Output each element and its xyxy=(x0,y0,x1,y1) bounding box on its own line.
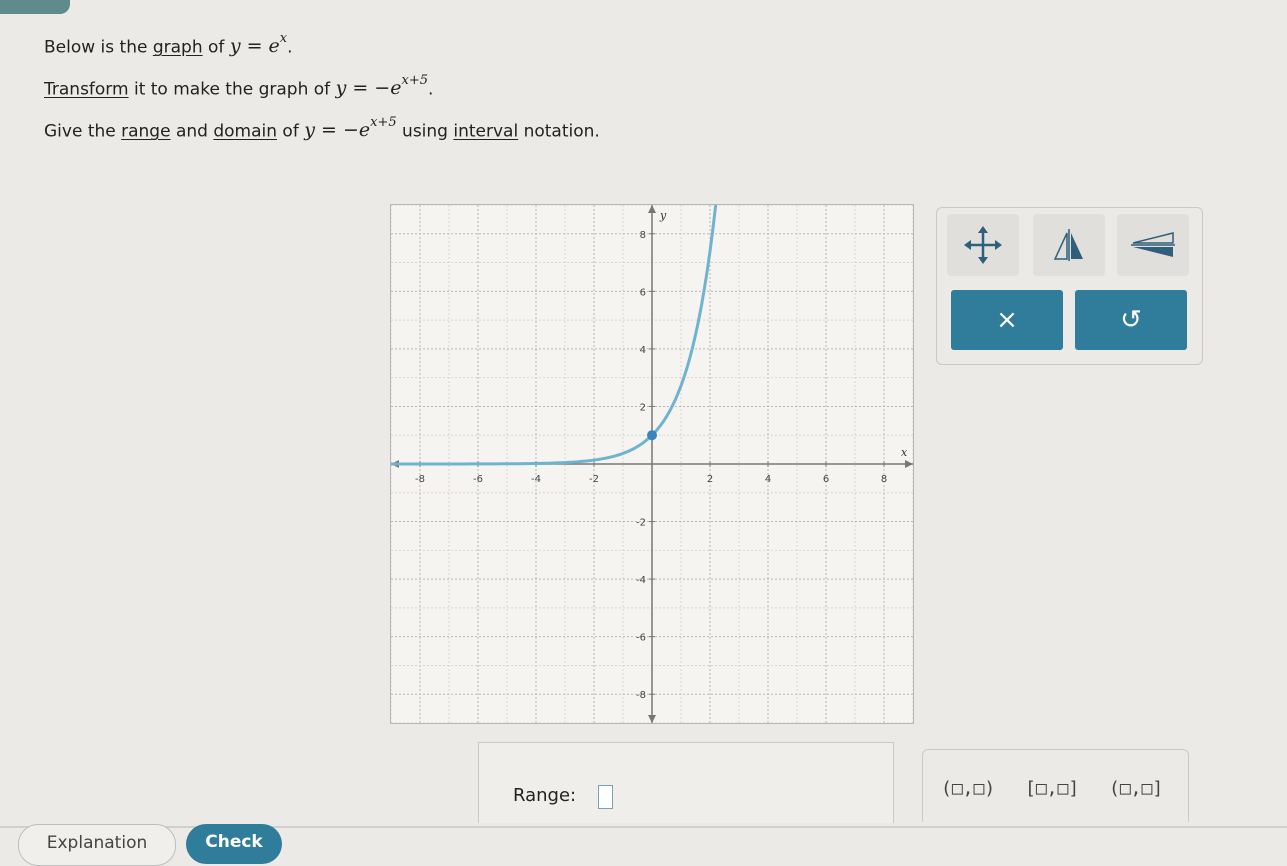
answer-box: Range: xyxy=(478,742,894,823)
prompt-text: of xyxy=(277,121,305,142)
y-tick-label: -4 xyxy=(636,575,646,586)
prompt-text: . xyxy=(427,79,434,100)
x-tick-label: 8 xyxy=(881,474,887,485)
x-axis-label: x xyxy=(901,446,908,459)
prompt-text: Below is the xyxy=(44,37,153,58)
move-tool[interactable] xyxy=(947,214,1019,276)
range-input[interactable] xyxy=(598,785,613,809)
domain-link[interactable]: domain xyxy=(213,121,277,141)
top-tab xyxy=(0,0,70,14)
equation-e-x: y = ex xyxy=(229,31,288,58)
x-axis-arrow-right xyxy=(905,460,913,468)
exponential-curve xyxy=(391,205,718,466)
reflect-y-axis-icon xyxy=(1053,229,1083,261)
prompt-line-3: Give the range and domain of y = −ex+5 u… xyxy=(44,115,600,142)
y-tick-label: 6 xyxy=(640,287,646,298)
curve-point[interactable] xyxy=(647,430,657,441)
y-tick-label: -6 xyxy=(636,633,646,644)
graph-link[interactable]: graph xyxy=(153,37,203,57)
interval-link[interactable]: interval xyxy=(453,121,518,141)
x-tick-label: 6 xyxy=(823,474,829,485)
range-link[interactable]: range xyxy=(121,121,170,141)
x-tick-label: 2 xyxy=(707,474,713,485)
prompt-text: Give the xyxy=(44,121,122,142)
y-axis-arrow-up xyxy=(648,205,656,213)
half-open-interval-button[interactable]: (□,□] xyxy=(1109,778,1163,799)
open-interval-button[interactable]: (□,□) xyxy=(941,778,995,799)
prompt-line-1: Below is the graph of y = ex. xyxy=(44,31,293,58)
y-tick-label: 2 xyxy=(640,402,646,413)
prompt-text: . xyxy=(287,37,293,58)
x-tick-label: 4 xyxy=(765,474,771,485)
prompt-text: of xyxy=(202,37,230,58)
y-tick-label: 8 xyxy=(640,230,646,241)
prompt-line-2: Transform it to make the graph of y = −e… xyxy=(44,73,434,100)
transform-link[interactable]: Transform xyxy=(44,79,129,99)
prompt-text: notation. xyxy=(518,121,600,142)
y-axis-label: y xyxy=(659,209,667,222)
graph-panel[interactable]: -8 -6 -4 -2 2 4 6 8 8 6 4 2 -2 -4 -6 -8 x y xyxy=(390,204,914,724)
prompt-text: it to make the graph of xyxy=(128,79,336,100)
closed-interval-button[interactable]: [□,□] xyxy=(1025,778,1079,799)
undo-button[interactable]: ↺ xyxy=(1075,290,1187,350)
interval-palette: (□,□) [□,□] (□,□] xyxy=(922,749,1189,822)
coordinate-plane[interactable]: -8 -6 -4 -2 2 4 6 8 8 6 4 2 -2 -4 -6 -8 x y xyxy=(391,205,913,723)
reflect-x-axis-icon xyxy=(1131,232,1175,257)
equation-neg-e-x-plus-5: y = −ex+5 xyxy=(304,115,397,142)
reflect-y-tool[interactable] xyxy=(1033,214,1105,276)
clear-button[interactable]: × xyxy=(951,290,1063,350)
prompt-text: and xyxy=(170,121,214,142)
y-tick-label: 4 xyxy=(640,345,646,356)
x-tick-label: -2 xyxy=(589,474,599,485)
prompt-text: using xyxy=(396,121,454,142)
move-arrows-icon xyxy=(964,226,1002,264)
range-label: Range: xyxy=(513,785,577,806)
check-button[interactable]: Check xyxy=(186,824,282,864)
y-axis-arrow-down xyxy=(648,715,656,723)
x-tick-label: -4 xyxy=(531,474,541,485)
y-tick-label: -2 xyxy=(636,518,646,529)
x-tick-label: -6 xyxy=(473,474,483,485)
x-tick-label: -8 xyxy=(415,474,425,485)
y-tick-label: -8 xyxy=(636,690,646,701)
explanation-button[interactable]: Explanation xyxy=(18,824,176,866)
reflect-x-tool[interactable] xyxy=(1117,214,1189,276)
equation-neg-e-x-plus-5: y = −ex+5 xyxy=(335,73,428,100)
tool-panel: × ↺ xyxy=(936,207,1203,365)
